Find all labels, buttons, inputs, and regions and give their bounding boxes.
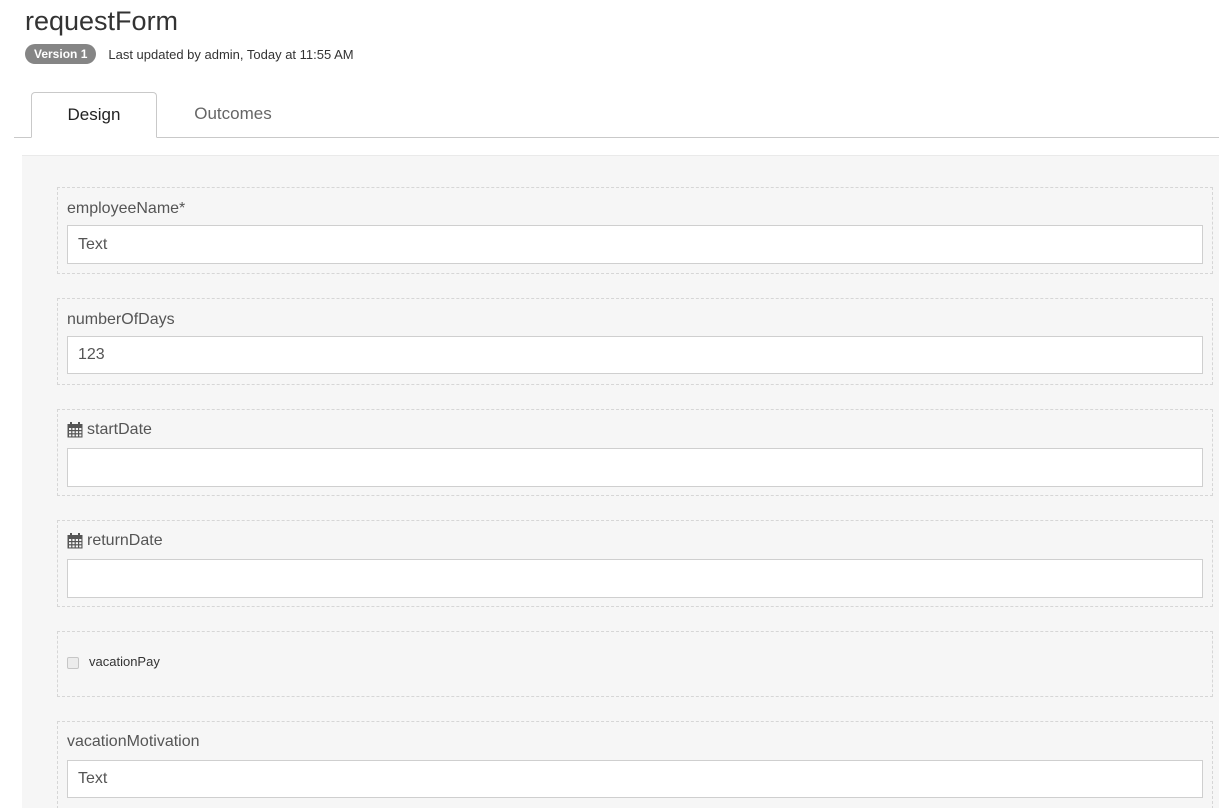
number-of-days-input[interactable]: 123 — [67, 336, 1203, 374]
form-canvas: employeeName* Text numberOfDays 123 star… — [22, 155, 1219, 808]
field-label: startDate — [87, 421, 152, 438]
return-date-input[interactable] — [67, 559, 1203, 598]
tab-outcomes[interactable]: Outcomes — [174, 92, 292, 138]
vacation-pay-checkbox[interactable] — [67, 657, 79, 669]
checkbox-label: vacationPay — [89, 654, 160, 669]
field-label: employeeName* — [67, 200, 186, 217]
tab-design[interactable]: Design — [31, 92, 157, 138]
field-start-date[interactable]: startDate — [57, 409, 1213, 496]
field-number-of-days[interactable]: numberOfDays 123 — [57, 298, 1213, 385]
field-employee-name[interactable]: employeeName* Text — [57, 187, 1213, 274]
form-designer-page: requestForm Version 1 Last updated by ad… — [0, 0, 1219, 808]
form-meta: Version 1 Last updated by admin, Today a… — [25, 44, 354, 64]
field-vacation-motivation[interactable]: vacationMotivation Text — [57, 721, 1213, 808]
version-badge: Version 1 — [25, 44, 97, 64]
employee-name-input[interactable]: Text — [67, 225, 1203, 264]
field-label: numberOfDays — [67, 311, 175, 328]
field-label-row: returnDate — [67, 532, 163, 550]
calendar-icon — [67, 422, 83, 438]
field-label-row: startDate — [67, 421, 152, 439]
field-label: vacationMotivation — [67, 733, 200, 750]
vacation-motivation-input[interactable]: Text — [67, 760, 1203, 798]
field-vacation-pay[interactable]: vacationPay — [57, 631, 1213, 697]
last-updated-text: Last updated by admin, Today at 11:55 AM — [108, 46, 354, 62]
field-label: returnDate — [87, 532, 163, 549]
page-title: requestForm — [25, 6, 179, 36]
start-date-input[interactable] — [67, 448, 1203, 487]
tab-bar: Design Outcomes — [14, 92, 1219, 138]
field-return-date[interactable]: returnDate — [57, 520, 1213, 607]
calendar-icon — [67, 533, 83, 549]
